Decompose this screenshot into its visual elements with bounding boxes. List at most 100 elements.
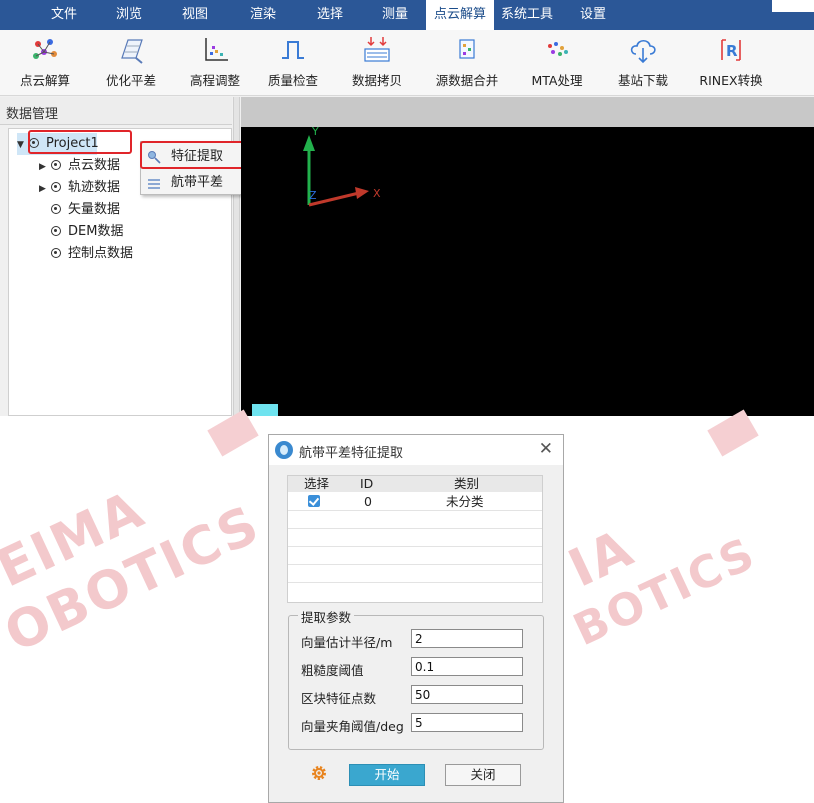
app-logo-icon <box>275 441 293 459</box>
data-copy-button[interactable]: 数据拷贝 <box>334 34 420 92</box>
quality-check-button[interactable]: 质量检查 <box>250 34 336 92</box>
tool-label: 源数据合并 <box>435 73 499 88</box>
row-category: 未分类 <box>446 494 484 509</box>
menu-system-tools[interactable]: 系统工具 <box>494 0 560 30</box>
param-row-block-points: 区块特征点数 <box>301 685 531 706</box>
mta-process-icon <box>548 42 568 56</box>
gear-icon[interactable] <box>311 765 327 781</box>
point-cloud-solve-icon <box>33 39 57 59</box>
visibility-eye-icon[interactable] <box>51 160 61 170</box>
empty-table-row <box>288 529 542 547</box>
tree-item-label: 点云数据 <box>68 158 121 173</box>
x-axis-arrow <box>355 187 369 199</box>
window-corner <box>772 0 814 12</box>
roughness-threshold-input[interactable] <box>411 657 523 676</box>
block-feature-points-input[interactable] <box>411 685 523 704</box>
menu-file[interactable]: 文件 <box>30 0 98 30</box>
menu-view[interactable]: 视图 <box>160 0 230 30</box>
tool-label: 质量检查 <box>267 73 318 88</box>
menu-browse[interactable]: 浏览 <box>98 0 160 30</box>
param-label: 向量估计半径/m <box>301 635 393 650</box>
tool-label: RINEX转换 <box>699 73 763 88</box>
rinex-convert-icon: R <box>721 39 741 61</box>
column-header-id[interactable]: ID <box>360 477 373 491</box>
normal-radius-input[interactable] <box>411 629 523 648</box>
table-header: 选择 ID 类别 <box>288 476 542 492</box>
3d-viewport[interactable]: Y X Z <box>241 127 814 416</box>
dialog-title: 航带平差特征提取 <box>299 446 404 461</box>
menu-render[interactable]: 渲染 <box>230 0 296 30</box>
dialog-title-bar[interactable]: 航带平差特征提取 ✕ <box>269 435 563 465</box>
viewport-header <box>241 97 814 127</box>
watermark-logo-shape <box>207 409 259 457</box>
tree-item-label: DEM数据 <box>68 224 124 239</box>
param-label: 区块特征点数 <box>301 691 377 706</box>
data-management-panel-header: 数据管理 <box>0 97 232 125</box>
collapse-arrow-icon[interactable]: ▶ <box>39 156 51 178</box>
visibility-eye-icon[interactable] <box>51 204 61 214</box>
menu-bar: 文件 浏览 视图 渲染 选择 测量 点云解算 系统工具 设置 <box>0 0 814 30</box>
tree-item-point-cloud[interactable]: ▶ 点云数据 <box>39 155 120 177</box>
param-row-normal-radius: 向量估计半径/m <box>301 629 531 650</box>
visibility-eye-icon[interactable] <box>51 248 61 258</box>
elevation-adjust-icon <box>205 38 228 61</box>
elevation-adjust-button[interactable]: 高程调整 <box>172 34 258 92</box>
highlight-feature-extract-box <box>140 141 250 169</box>
collapse-arrow-icon[interactable]: ▶ <box>39 178 51 200</box>
tool-label: 基站下载 <box>617 73 668 88</box>
empty-table-row <box>288 547 542 565</box>
visibility-eye-icon[interactable] <box>51 182 61 192</box>
base-station-download-button[interactable]: 基站下载 <box>600 34 686 92</box>
point-cloud-solve-button[interactable]: 点云解算 <box>2 34 88 92</box>
context-item-label: 航带平差 <box>171 175 224 190</box>
params-legend: 提取参数 <box>298 607 355 626</box>
row-checkbox[interactable] <box>308 495 320 507</box>
visibility-eye-icon[interactable] <box>51 226 61 236</box>
angle-threshold-input[interactable] <box>411 713 523 732</box>
start-button[interactable]: 开始 <box>349 764 425 786</box>
tool-label: 优化平差 <box>105 73 156 88</box>
ribbon-toolbar: 点云解算 优化平差 高程调整 质量检查 数据拷贝 源数据合并 MTA处理 基站下… <box>0 30 814 96</box>
close-button[interactable]: 关闭 <box>445 764 521 786</box>
empty-table-row <box>288 511 542 529</box>
merge-data-icon <box>459 39 475 59</box>
optimize-adjust-button[interactable]: 优化平差 <box>88 34 174 92</box>
param-label: 粗糙度阈值 <box>301 663 364 678</box>
tool-label: 高程调整 <box>189 73 240 88</box>
svg-text:R: R <box>726 42 738 60</box>
menu-spacer <box>0 0 30 30</box>
menu-select[interactable]: 选择 <box>296 0 364 30</box>
merge-data-button[interactable]: 源数据合并 <box>424 34 510 92</box>
table-row[interactable]: 0 未分类 <box>288 493 542 511</box>
z-axis-label: Z <box>309 189 317 202</box>
column-header-select[interactable]: 选择 <box>304 477 329 491</box>
column-header-category[interactable]: 类别 <box>454 477 479 491</box>
close-icon[interactable]: ✕ <box>539 439 553 459</box>
tree-item-dem[interactable]: DEM数据 <box>51 221 123 243</box>
feature-extract-dialog: 航带平差特征提取 ✕ 选择 ID 类别 0 未分类 提取参数 向量估计半径/m … <box>268 434 564 803</box>
row-id: 0 <box>364 494 372 509</box>
rinex-convert-button[interactable]: R RINEX转换 <box>688 34 774 92</box>
tree-item-trajectory[interactable]: ▶ 轨迹数据 <box>39 177 120 199</box>
watermark-logo-shape <box>707 409 759 457</box>
tool-label: 点云解算 <box>19 73 70 88</box>
tree-item-label: 轨迹数据 <box>68 180 121 195</box>
quality-check-icon <box>282 41 304 59</box>
tree-item-vector[interactable]: 矢量数据 <box>51 199 120 221</box>
empty-table-row <box>288 565 542 583</box>
panel-title: 数据管理 <box>6 107 59 122</box>
menu-point-cloud-solve[interactable]: 点云解算 <box>426 0 494 30</box>
param-label: 向量夹角阈值/deg <box>301 719 404 734</box>
extract-params-group: 提取参数 向量估计半径/m 粗糙度阈值 区块特征点数 向量夹角阈值/deg <box>288 607 544 750</box>
menu-settings[interactable]: 设置 <box>560 0 626 30</box>
highlight-project-box <box>28 130 132 154</box>
tree-item-control-points[interactable]: 控制点数据 <box>51 243 133 265</box>
y-axis-label: Y <box>311 127 319 138</box>
class-table: 选择 ID 类别 0 未分类 <box>287 475 543 603</box>
param-row-angle-threshold: 向量夹角阈值/deg <box>301 713 531 734</box>
tree-item-label: 矢量数据 <box>68 202 121 217</box>
mta-process-button[interactable]: MTA处理 <box>514 34 600 92</box>
strip-adjust-icon <box>148 179 160 189</box>
menu-measure[interactable]: 测量 <box>364 0 426 30</box>
viewport-corner-indicator <box>252 404 278 416</box>
